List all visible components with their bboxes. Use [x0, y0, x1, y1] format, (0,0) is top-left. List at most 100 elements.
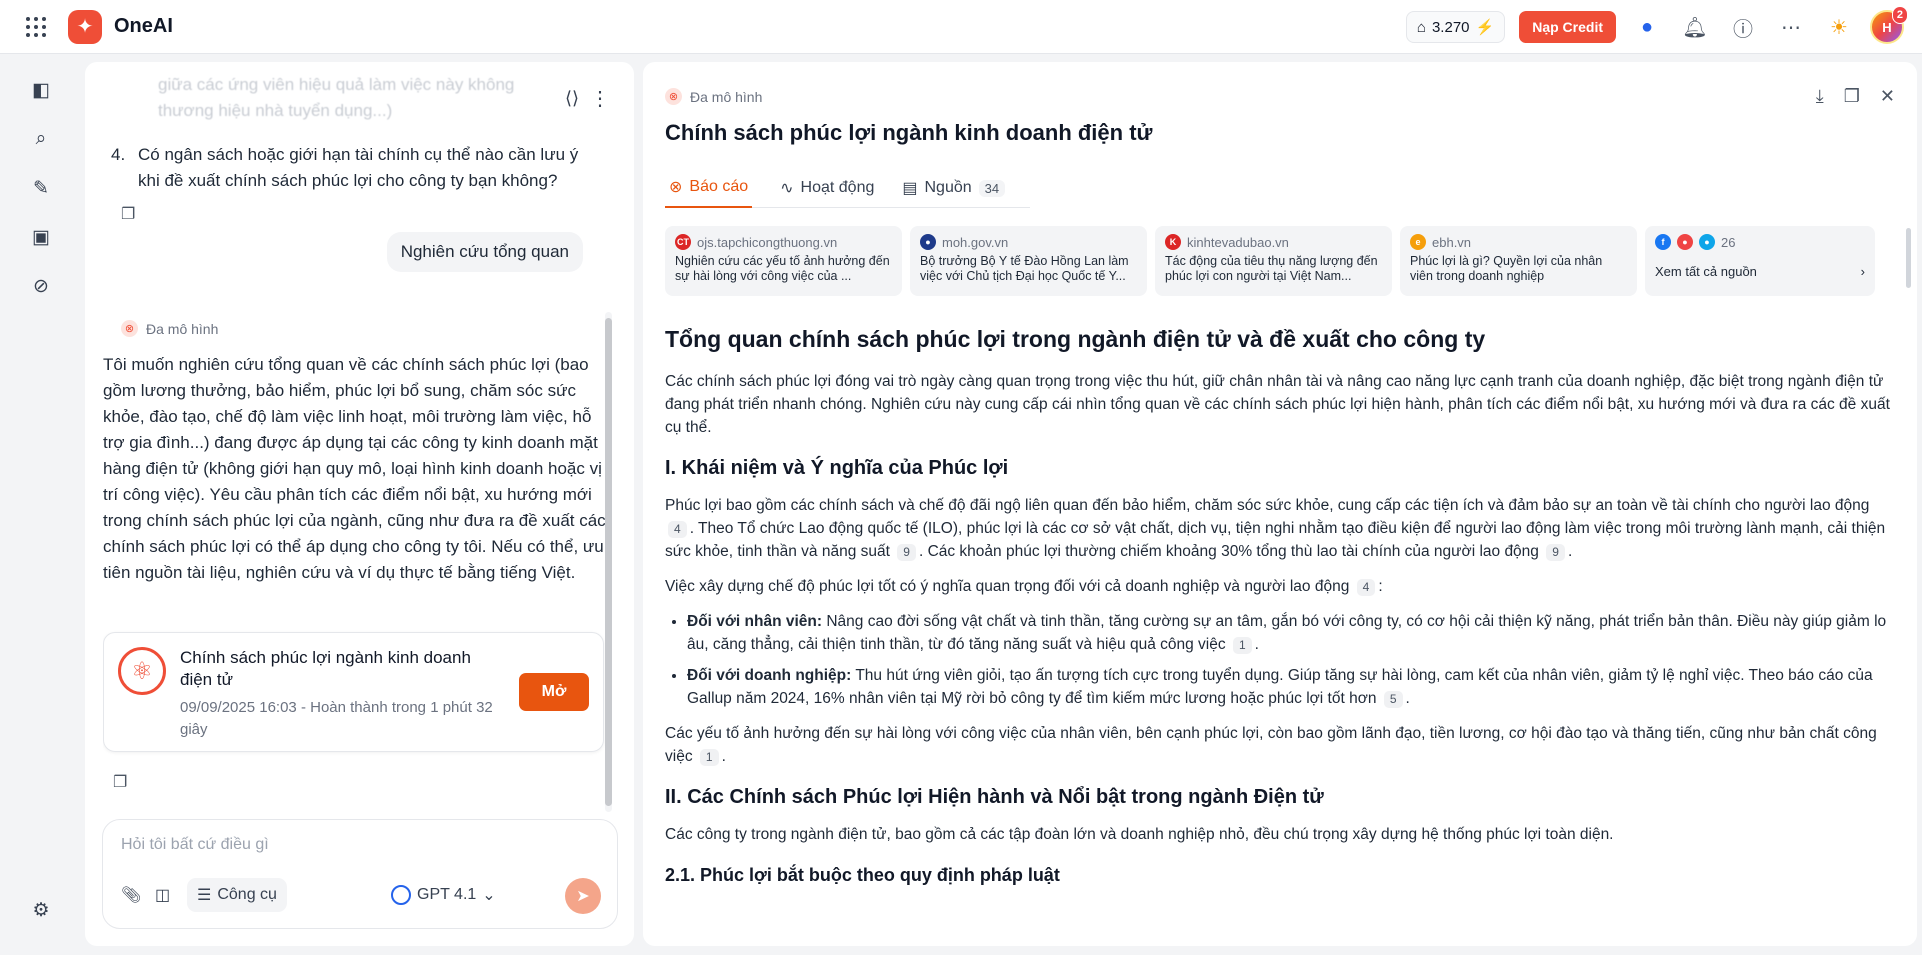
atom-icon: ⚛: [118, 647, 166, 695]
download-icon[interactable]: ⤓: [1816, 86, 1824, 107]
model-name: GPT 4.1: [417, 886, 477, 903]
paragraph-importance: Việc xây dựng chế độ phúc lợi tốt có ý n…: [665, 578, 1383, 596]
source-domain: ebh.vn: [1432, 234, 1472, 250]
paragraph-industry: Các công ty trong ngành điện tử, bao gồm…: [665, 826, 1614, 843]
sliders-icon: ☰: [197, 887, 212, 904]
tab-report[interactable]: ⊗ Báo cáo: [665, 168, 753, 208]
open-report-button[interactable]: Mở: [519, 673, 589, 711]
message-input[interactable]: Hỏi tôi bất cứ điều gì: [121, 836, 269, 854]
help-icon[interactable]: ⓘ: [1726, 10, 1760, 44]
section-heading-1: I. Khái niệm và Ý nghĩa của Phúc lợi: [665, 457, 1009, 479]
sources-count: 34: [978, 179, 1006, 197]
copy-icon[interactable]: ❐: [121, 204, 135, 224]
report-card[interactable]: ⚛ Chính sách phúc lợi ngành kinh doanh đ…: [103, 632, 604, 752]
source-favicon-icon: e: [1410, 234, 1426, 250]
app-grid-icon[interactable]: [22, 13, 50, 41]
source-title: Tác động của tiêu thụ năng lượng đến phú…: [1165, 254, 1378, 283]
intro-paragraph: Các chính sách phúc lợi đóng vai trò ngà…: [665, 373, 1890, 436]
sidebar-toggle-icon[interactable]: ◧: [26, 75, 56, 105]
atom-icon: ⊗: [669, 179, 683, 196]
top-up-credit-button[interactable]: Nạp Credit: [1519, 11, 1616, 43]
citation-badge[interactable]: 1: [1232, 637, 1252, 654]
compass-icon[interactable]: ⊘: [26, 271, 56, 301]
numbered-question: 4. Có ngân sách hoặc giới hạn tài chính …: [111, 142, 591, 194]
top-bar: ✦ OneAI ⌂ 3.270 ⚡ Nạp Credit ● 🔔︎ ⓘ ⋯ ☀ …: [0, 0, 1922, 54]
settings-icon[interactable]: ⚙: [26, 895, 56, 925]
text: Nâng cao đời sống vật chất và tinh thần,…: [687, 613, 1887, 653]
close-icon[interactable]: ✕: [1880, 86, 1895, 107]
all-sources-card[interactable]: f ● ● 26 Xem tất cả nguồn ›: [1645, 226, 1875, 296]
citation-badge[interactable]: 4: [1356, 579, 1376, 596]
paragraph-definition: Phúc lợi bao gồm các chính sách và chế đ…: [665, 497, 1886, 561]
list-item-label: Đối với doanh nghiệp:: [687, 667, 852, 684]
question-number: 4.: [111, 145, 126, 164]
subsection-heading: 2.1. Phúc lợi bắt buộc theo quy định phá…: [665, 865, 1060, 885]
source-favicon-icon: ●: [920, 234, 936, 250]
report-card-subtitle: 09/09/2025 16:03 - Hoàn thành trong 1 ph…: [180, 699, 493, 738]
ai-message: Tôi muốn nghiên cứu tổng quan về các chí…: [103, 355, 606, 582]
composer: Hỏi tôi bất cứ điều gì 📎︎ ◫ ☰ Công cụ GP…: [102, 819, 618, 929]
tab-activity-label: Hoạt động: [800, 179, 875, 196]
report-scrollbar[interactable]: [1906, 228, 1911, 288]
search-icon[interactable]: ⌕: [26, 124, 56, 154]
copy-icon[interactable]: ❐: [113, 772, 127, 792]
bell-icon[interactable]: 🔔︎: [1678, 10, 1712, 44]
list-item: Đối với doanh nghiệp: Thu hút ứng viên g…: [687, 664, 1897, 710]
tab-activity[interactable]: ∿ Hoạt động: [780, 168, 874, 208]
user-avatar[interactable]: H 2: [1870, 6, 1908, 44]
chevron-down-icon: ⌄: [482, 887, 496, 904]
document-icon: ▤: [902, 180, 918, 197]
source-cards: CT ojs.tapchicongthuong.vn Nghiên cứu các…: [665, 226, 1875, 296]
chat-panel: ⟨⟩ ⋮ giữa các ứng viên hiệu quả làm việc…: [85, 62, 634, 946]
gift-icon[interactable]: ☀: [1822, 10, 1856, 44]
building-icon: ⌂: [1416, 18, 1426, 36]
citation-badge[interactable]: 9: [897, 544, 916, 561]
source-card[interactable]: Kkinhtevadubao.vn Tác động của tiêu thụ …: [1155, 226, 1392, 296]
paperclip-icon[interactable]: 📎︎: [121, 878, 141, 912]
left-rail: ◧ ⌕ ✎ ▣ ⊘ ⚙: [0, 55, 84, 955]
chevron-right-icon: ›: [1860, 264, 1865, 279]
question-text: Có ngân sách hoặc giới hạn tài chính cụ …: [138, 145, 579, 190]
scrollbar-thumb[interactable]: [605, 318, 612, 806]
faded-line-2: thương hiệu nhà tuyển dụng...): [158, 101, 393, 120]
multi-model-icon: ⊗: [121, 320, 138, 337]
credit-balance[interactable]: ⌂ 3.270 ⚡: [1405, 11, 1506, 43]
list-item-label: Đối với nhân viên:: [687, 613, 823, 630]
model-selector[interactable]: GPT 4.1 ⌄: [391, 878, 496, 912]
split-view-icon[interactable]: ◫: [155, 878, 170, 912]
copy-icon[interactable]: ❐: [1844, 86, 1860, 107]
text: Phúc lợi bao gồm các chính sách và chế đ…: [665, 497, 1870, 514]
chat-bubble-icon[interactable]: ●: [1630, 10, 1664, 44]
citation-badge[interactable]: 9: [1546, 544, 1565, 561]
text: Các yếu tố ảnh hưởng đến sự hài lòng với…: [665, 725, 1877, 765]
source-card[interactable]: ● moh.gov.vn Bộ trưởng Bộ Y tế Đào Hồng L…: [910, 226, 1147, 296]
lightning-icon: ⚡: [1475, 19, 1495, 36]
source-title: Bộ trưởng Bộ Y tế Đào Hồng Lan làm việc …: [920, 254, 1129, 283]
more-circle-icon[interactable]: ⋯: [1774, 10, 1808, 44]
citation-badge[interactable]: 5: [1383, 691, 1403, 708]
credit-value: 3.270: [1431, 18, 1470, 36]
report-panel: ⊗ Đa mô hình Chính sách phúc lợi ngành k…: [643, 62, 1917, 946]
multi-model-icon: ⊗: [665, 88, 682, 105]
source-card[interactable]: e ebh.vn Phúc lợi là gì? Quyền lợi của nh…: [1400, 226, 1637, 296]
chat-messages: giữa các ứng viên hiệu quả làm việc này …: [103, 62, 613, 797]
source-favicon-icon: CT: [675, 234, 691, 250]
notification-badge: 2: [1891, 6, 1908, 24]
source-domain: kinhtevadubao.vn: [1187, 234, 1289, 250]
text: Thu hút ứng viên giỏi, tạo ấn tượng tích…: [687, 667, 1873, 707]
tools-button[interactable]: ☰ Công cụ: [187, 878, 287, 912]
report-model-label: ⊗ Đa mô hình: [665, 88, 762, 105]
tab-sources[interactable]: ▤ Nguồn 34: [902, 168, 1006, 208]
faded-line-1: giữa các ứng viên hiệu quả làm việc này …: [158, 75, 515, 94]
new-chat-icon[interactable]: ✎: [26, 173, 56, 203]
citation-badge[interactable]: 1: [699, 749, 719, 766]
oneai-logo: ✦: [68, 9, 102, 44]
text: . Các khoản phúc lợi thường chiếm khoảng…: [918, 543, 1539, 560]
tab-report-label: Báo cáo: [689, 178, 749, 195]
image-icon[interactable]: ▣: [26, 222, 56, 252]
source-title: Nghiên cứu các yếu tố ảnh hưởng đến sự h…: [675, 254, 890, 283]
citation-badge[interactable]: 4: [668, 521, 687, 538]
ai-label-text: Đa mô hình: [146, 320, 219, 337]
send-button[interactable]: ➤: [565, 878, 601, 914]
source-card[interactable]: CT ojs.tapchicongthuong.vn Nghiên cứu các…: [665, 226, 902, 296]
